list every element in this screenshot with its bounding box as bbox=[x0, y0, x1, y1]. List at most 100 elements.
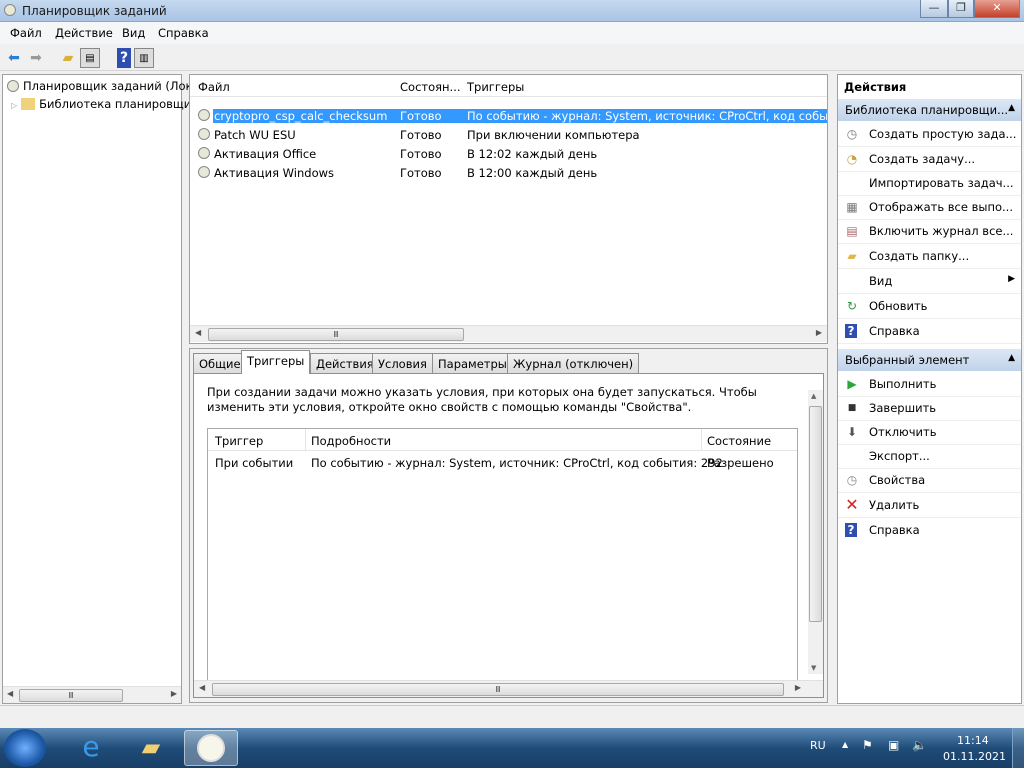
help-icon: ? bbox=[845, 324, 857, 338]
action-new-folder[interactable]: ▰ Создать папку... bbox=[838, 244, 1021, 269]
action-enable-history[interactable]: ▤ Включить журнал все... bbox=[838, 219, 1021, 244]
column-header-state[interactable]: Состояние bbox=[707, 434, 771, 448]
action-disable[interactable]: ⬇ Отключить bbox=[838, 420, 1021, 445]
action-delete[interactable]: ✕ Удалить bbox=[838, 493, 1021, 518]
trigger-row[interactable]: При событии По событию - журнал: System,… bbox=[208, 453, 797, 473]
help-icon: ? bbox=[845, 523, 857, 537]
action-end[interactable]: ■ Завершить bbox=[838, 396, 1021, 421]
clock-icon bbox=[7, 80, 19, 92]
minimize-button[interactable]: — bbox=[920, 0, 948, 18]
menu-bar: Файл Действие Вид Справка bbox=[0, 22, 1024, 44]
task-row[interactable]: Активация Windows Готово В 12:00 каждый … bbox=[196, 163, 827, 182]
show-hidden-icons[interactable]: ▲ bbox=[842, 740, 848, 749]
tab-history[interactable]: Журнал (отключен) bbox=[507, 353, 640, 373]
triggers-horizontal-scrollbar[interactable]: ◀ Ⅲ ▶ bbox=[194, 680, 823, 697]
close-button[interactable]: ✕ bbox=[974, 0, 1020, 18]
submenu-arrow-icon: ▶ bbox=[1008, 274, 1015, 284]
action-view[interactable]: Вид ▶ bbox=[838, 269, 1021, 294]
tree-horizontal-scrollbar[interactable]: ◀ Ⅲ ▶ bbox=[3, 686, 181, 703]
internet-explorer-icon[interactable]: e bbox=[64, 730, 118, 766]
window-title: Планировщик заданий bbox=[22, 4, 167, 18]
task-icon bbox=[198, 166, 210, 178]
run-icon: ▶ bbox=[847, 377, 857, 391]
folder-icon bbox=[21, 98, 36, 110]
column-header-status[interactable]: Состоян... bbox=[400, 80, 461, 94]
maximize-button[interactable]: ❐ bbox=[948, 0, 974, 18]
task-row[interactable]: Patch WU ESU Готово При включении компью… bbox=[196, 125, 827, 144]
task-scheduler-icon bbox=[4, 4, 16, 16]
action-import-task[interactable]: Импортировать задач... bbox=[838, 171, 1021, 196]
taskbar: e ▰ RU ▲ ⚑ ▣ 🔈 11:14 01.11.2021 bbox=[0, 728, 1024, 768]
folder-up-icon[interactable]: ▰ bbox=[58, 48, 78, 68]
forward-icon[interactable]: ➡ bbox=[26, 48, 46, 68]
scroll-thumb[interactable] bbox=[809, 406, 822, 622]
language-indicator[interactable]: RU bbox=[810, 739, 826, 752]
triggers-description: При создании задачи можно указать услови… bbox=[207, 385, 757, 414]
tab-conditions[interactable]: Условия bbox=[372, 353, 433, 373]
actions-title: Действия bbox=[844, 80, 907, 94]
action-create-task[interactable]: ◔ Создать задачу... bbox=[838, 147, 1021, 172]
collapse-icon[interactable]: ▲ bbox=[1008, 103, 1015, 113]
task-details: Общие Триггеры Действия Условия Параметр… bbox=[189, 348, 828, 703]
task-row[interactable]: cryptopro_csp_calc_checksum Готово По со… bbox=[196, 106, 827, 125]
column-header-trigger[interactable]: Триггер bbox=[215, 434, 263, 448]
show-desktop-button[interactable] bbox=[1012, 728, 1024, 768]
task-icon bbox=[198, 109, 210, 121]
menu-help[interactable]: Справка bbox=[158, 26, 209, 40]
menu-action[interactable]: Действие bbox=[55, 26, 113, 40]
show-hide-console-tree-icon[interactable]: ▤ bbox=[80, 48, 100, 68]
task-list-header: Файл Состоян... Триггеры bbox=[190, 75, 827, 97]
action-export[interactable]: Экспорт... bbox=[838, 444, 1021, 469]
triggers-table: Триггер Подробности Состояние При событи… bbox=[207, 428, 798, 683]
column-header-details[interactable]: Подробности bbox=[311, 434, 391, 448]
tab-general[interactable]: Общие bbox=[193, 353, 247, 373]
task-scheduler-taskbar-button[interactable] bbox=[184, 730, 238, 766]
action-create-basic-task[interactable]: ◷ Создать простую зада... bbox=[838, 122, 1021, 147]
action-help-selected[interactable]: ? Справка bbox=[838, 518, 1021, 543]
console-tree: Планировщик заданий (Локальный) ▷ Библиот… bbox=[2, 74, 260, 704]
menu-view[interactable]: Вид bbox=[122, 26, 145, 40]
task-list-horizontal-scrollbar[interactable]: ◀ Ⅲ ▶ bbox=[190, 325, 827, 342]
tab-actions[interactable]: Действия bbox=[310, 353, 380, 373]
collapse-icon[interactable]: ▲ bbox=[1008, 353, 1015, 363]
triggers-vertical-scrollbar[interactable]: ▲ ▼ bbox=[808, 390, 823, 674]
action-properties[interactable]: ◷ Свойства bbox=[838, 468, 1021, 493]
help-icon[interactable]: ? bbox=[117, 48, 131, 68]
delete-icon: ✕ bbox=[845, 495, 859, 514]
title-bar: Планировщик заданий — ❐ ✕ bbox=[0, 0, 1024, 22]
section-library[interactable]: Библиотека планировщи... ▲ bbox=[838, 99, 1021, 121]
stop-icon: ■ bbox=[847, 403, 857, 413]
log-icon: ▤ bbox=[846, 224, 858, 238]
folder-icon: ▰ bbox=[847, 249, 857, 263]
refresh-icon: ↻ bbox=[846, 299, 858, 313]
back-icon[interactable]: ⬅ bbox=[4, 48, 24, 68]
section-selected-item[interactable]: Выбранный элемент ▲ bbox=[838, 349, 1021, 371]
start-button[interactable] bbox=[4, 729, 46, 767]
menu-file[interactable]: Файл bbox=[10, 26, 42, 40]
clock-date[interactable]: 01.11.2021 bbox=[943, 750, 1006, 763]
tab-settings[interactable]: Параметры bbox=[432, 353, 513, 373]
column-header-triggers[interactable]: Триггеры bbox=[467, 80, 524, 94]
action-run[interactable]: ▶ Выполнить bbox=[838, 372, 1021, 397]
action-refresh[interactable]: ↻ Обновить bbox=[838, 294, 1021, 319]
disable-icon: ⬇ bbox=[846, 425, 858, 439]
network-icon[interactable]: ▣ bbox=[888, 738, 899, 752]
task-list: Файл Состоян... Триггеры cryptopro_csp_c… bbox=[189, 74, 828, 344]
tab-triggers[interactable]: Триггеры bbox=[241, 350, 311, 374]
clock-icon bbox=[197, 734, 225, 762]
expand-icon[interactable]: ▷ bbox=[11, 101, 17, 110]
action-center-flag-icon[interactable]: ⚑ bbox=[862, 738, 873, 752]
show-hide-action-pane-icon[interactable]: ▥ bbox=[134, 48, 154, 68]
column-header-file[interactable]: Файл bbox=[198, 80, 230, 94]
triggers-table-header: Триггер Подробности Состояние bbox=[208, 429, 797, 451]
volume-icon[interactable]: 🔈 bbox=[912, 738, 927, 752]
action-display-running[interactable]: ▦ Отображать все выпо... bbox=[838, 195, 1021, 220]
clock-time[interactable]: 11:14 bbox=[957, 734, 989, 747]
explorer-icon[interactable]: ▰ bbox=[124, 730, 178, 766]
status-bar bbox=[0, 705, 1024, 728]
running-tasks-icon: ▦ bbox=[846, 200, 858, 214]
task-row[interactable]: Активация Office Готово В 12:02 каждый д… bbox=[196, 144, 827, 163]
task-icon bbox=[198, 147, 210, 159]
action-help[interactable]: ? Справка bbox=[838, 319, 1021, 344]
task-icon bbox=[198, 128, 210, 140]
